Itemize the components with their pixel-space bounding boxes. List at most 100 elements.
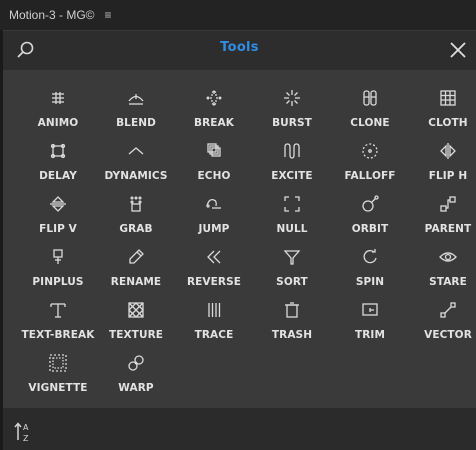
tool-button-dynamics[interactable]: DYNAMICS (97, 136, 175, 186)
stare-icon (439, 252, 457, 262)
tool-label: DELAY (39, 170, 77, 182)
tool-label: STARE (429, 276, 467, 288)
excite-icon (284, 143, 300, 159)
parent-icon (440, 196, 456, 212)
tool-button-stare[interactable]: STARE (409, 242, 476, 292)
tool-label: WARP (118, 382, 154, 394)
tool-button-orbit[interactable]: ORBIT (331, 189, 409, 239)
tool-label: VIGNETTE (28, 382, 88, 394)
flipv-icon (50, 196, 66, 212)
close-icon[interactable] (447, 39, 469, 61)
tool-button-break[interactable]: BREAK (175, 83, 253, 133)
delay-icon (50, 143, 66, 159)
tool-label: ANIMO (37, 117, 79, 129)
tool-button-echo[interactable]: ECHO (175, 136, 253, 186)
trim-icon (362, 303, 378, 316)
rename-icon (129, 249, 144, 264)
textbreak-icon (50, 303, 66, 318)
trash-icon (285, 302, 299, 318)
echo-icon (207, 143, 221, 157)
tool-label: SPIN (355, 276, 385, 288)
fliph-icon (440, 143, 456, 159)
tool-label: FLIP V (39, 223, 77, 235)
jump-icon (206, 198, 221, 209)
tool-button-spin[interactable]: SPIN (331, 242, 409, 292)
tool-button-vector[interactable]: VECTOR (409, 295, 476, 345)
sort-icon (283, 250, 301, 265)
tool-label: REVERSE (186, 276, 242, 288)
cloth-icon (440, 90, 456, 106)
tool-button-texture[interactable]: TEXTURE (97, 295, 175, 345)
tool-button-blend[interactable]: BLEND (97, 83, 175, 133)
tool-label: GRAB (119, 223, 153, 235)
tool-button-sort[interactable]: SORT (253, 242, 331, 292)
svg-text:A: A (23, 423, 29, 432)
tool-button-trace[interactable]: TRACE (175, 295, 253, 345)
null-icon (284, 196, 300, 212)
spin-icon (363, 249, 377, 264)
tool-label: EXCITE (271, 170, 313, 182)
tools-grid: ANIMO BLEND BREAK BURST CLONE CLOTH DELAY DYNAM… (3, 70, 476, 408)
tool-button-reverse[interactable]: REVERSE (175, 242, 253, 292)
trace-icon (208, 303, 221, 317)
panel-footer: A Z (3, 408, 476, 450)
warp-icon (128, 355, 144, 371)
window-title: Motion-3 - MG© (9, 8, 95, 22)
tool-button-trim[interactable]: TRIM (331, 295, 409, 345)
svg-text:Z: Z (23, 434, 29, 443)
dynamics-icon (128, 147, 144, 155)
tool-label: VECTOR (424, 329, 472, 341)
tool-button-grab[interactable]: GRAB (97, 189, 175, 239)
tool-button-parent[interactable]: PARENT (409, 189, 476, 239)
tool-label: PARENT (424, 223, 472, 235)
tool-label: BLEND (116, 117, 156, 129)
tool-button-excite[interactable]: EXCITE (253, 136, 331, 186)
tool-label: TEXTURE (108, 329, 164, 341)
tool-label: TRIM (354, 329, 385, 341)
grab-icon (130, 196, 142, 212)
tool-button-burst[interactable]: BURST (253, 83, 331, 133)
blend-icon (128, 94, 144, 105)
tool-button-rename[interactable]: RENAME (97, 242, 175, 292)
tool-label: PINPLUS (32, 276, 84, 288)
tool-label: FALLOFF (344, 170, 396, 182)
tool-label: TRASH (271, 329, 313, 341)
tool-button-falloff[interactable]: FALLOFF (331, 136, 409, 186)
reverse-icon (207, 250, 221, 264)
tool-button-trash[interactable]: TRASH (253, 295, 331, 345)
tool-button-vignette[interactable]: VIGNETTE (19, 348, 97, 398)
panel-title: Tools (220, 40, 259, 55)
sort-az-icon[interactable]: A Z (12, 420, 34, 444)
tool-label: TEXT-BREAK (21, 329, 95, 341)
tool-button-jump[interactable]: JUMP (175, 189, 253, 239)
tool-label: RENAME (110, 276, 162, 288)
animo-icon (52, 92, 64, 104)
clone-icon (363, 90, 377, 106)
tool-button-fliph[interactable]: FLIP H (409, 136, 476, 186)
tool-label: BREAK (193, 117, 235, 129)
panel-menu-icon[interactable]: ≡ (105, 8, 112, 22)
burst-icon (284, 90, 300, 106)
panel-header: Tools (3, 30, 476, 70)
tool-button-flipv[interactable]: FLIP V (19, 189, 97, 239)
tool-label: SORT (276, 276, 308, 288)
tool-label: TRACE (194, 329, 234, 341)
falloff-icon (362, 143, 378, 159)
title-bar: Motion-3 - MG© ≡ (0, 0, 476, 30)
tool-button-null[interactable]: NULL (253, 189, 331, 239)
break-icon (206, 90, 222, 106)
tool-button-pinplus[interactable]: PINPLUS (19, 242, 97, 292)
tool-label: BURST (272, 117, 312, 129)
vignette-icon (49, 354, 67, 372)
tool-button-cloth[interactable]: CLOTH (409, 83, 476, 133)
tool-button-clone[interactable]: CLONE (331, 83, 409, 133)
tool-button-delay[interactable]: DELAY (19, 136, 97, 186)
tool-button-textbreak[interactable]: TEXT-BREAK (19, 295, 97, 345)
tool-button-animo[interactable]: ANIMO (19, 83, 97, 133)
tool-label: ORBIT (351, 223, 389, 235)
tool-button-warp[interactable]: WARP (97, 348, 175, 398)
vector-icon (440, 302, 456, 318)
tool-label: ECHO (197, 170, 231, 182)
tool-label: JUMP (198, 223, 230, 235)
orbit-icon (362, 195, 379, 212)
